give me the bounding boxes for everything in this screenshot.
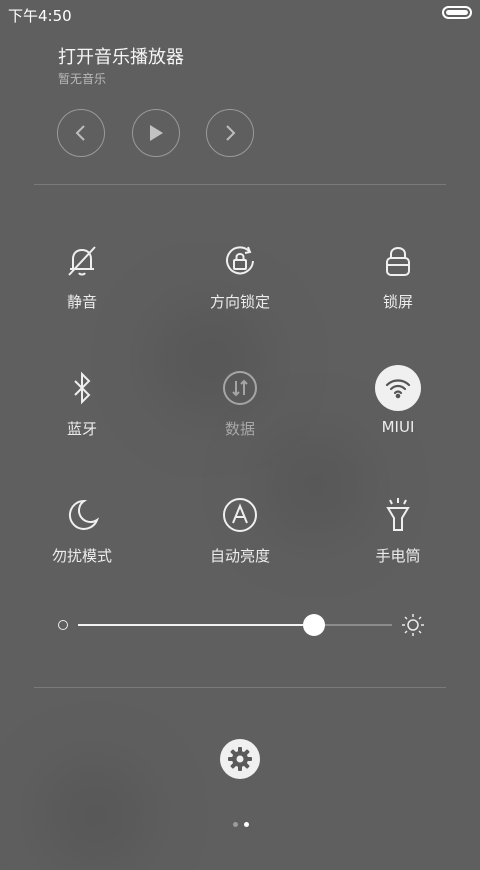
previous-button[interactable] — [57, 109, 105, 157]
brightness-high-icon — [400, 612, 426, 638]
toggle-auto-brightness[interactable]: 自动亮度 — [180, 495, 300, 585]
brightness-low-icon — [58, 620, 68, 630]
toggle-label: 方向锁定 — [209, 293, 270, 311]
toggle-label: MIUI — [381, 418, 415, 436]
settings-button[interactable] — [220, 739, 260, 779]
play-icon — [150, 125, 163, 141]
status-time: 下午4:50 — [8, 7, 72, 25]
moon-icon — [62, 495, 102, 535]
page-dot — [233, 822, 238, 827]
lock-icon — [378, 241, 418, 281]
bluetooth-icon — [62, 368, 102, 408]
previous-icon — [75, 125, 85, 141]
toggle-flashlight[interactable]: 手电筒 — [338, 495, 458, 585]
brightness-track[interactable] — [78, 614, 392, 636]
brightness-thumb[interactable] — [302, 614, 325, 636]
page-dot-active — [244, 822, 249, 827]
auto-brightness-icon — [220, 495, 260, 535]
status-bar: 下午4:50 — [0, 0, 480, 28]
bell-off-icon — [62, 241, 102, 281]
next-icon — [226, 125, 236, 141]
toggle-label: 手电筒 — [375, 547, 421, 565]
flashlight-icon — [378, 495, 418, 535]
toggle-label: 锁屏 — [382, 293, 413, 311]
music-player-title[interactable]: 打开音乐播放器 — [58, 43, 184, 69]
toggle-mobile-data[interactable]: 数据 — [180, 368, 300, 458]
toggle-label: 静音 — [66, 293, 97, 311]
wifi-icon — [375, 365, 421, 411]
rotation-lock-icon — [220, 241, 260, 281]
toggle-bluetooth[interactable]: 蓝牙 — [22, 368, 142, 458]
play-button[interactable] — [132, 109, 180, 157]
gear-icon — [228, 747, 252, 771]
toggle-do-not-disturb[interactable]: 勿扰模式 — [22, 495, 142, 585]
brightness-fill — [78, 624, 314, 626]
toggle-wifi[interactable]: MIUI — [338, 365, 458, 458]
music-player-subtitle: 暂无音乐 — [58, 72, 107, 86]
toggle-mute[interactable]: 静音 — [22, 241, 142, 331]
toggle-label: 数据 — [224, 420, 255, 438]
toggle-label: 勿扰模式 — [51, 547, 112, 565]
divider — [34, 687, 446, 688]
battery-full-icon — [442, 6, 472, 19]
page-indicator — [230, 812, 252, 831]
divider — [34, 184, 446, 185]
toggle-label: 蓝牙 — [66, 420, 97, 438]
brightness-slider[interactable] — [56, 612, 426, 638]
mobile-data-icon — [220, 368, 260, 408]
toggle-lock-screen[interactable]: 锁屏 — [338, 241, 458, 331]
toggle-rotation-lock[interactable]: 方向锁定 — [180, 241, 300, 331]
toggle-label: 自动亮度 — [209, 547, 270, 565]
next-button[interactable] — [206, 109, 254, 157]
